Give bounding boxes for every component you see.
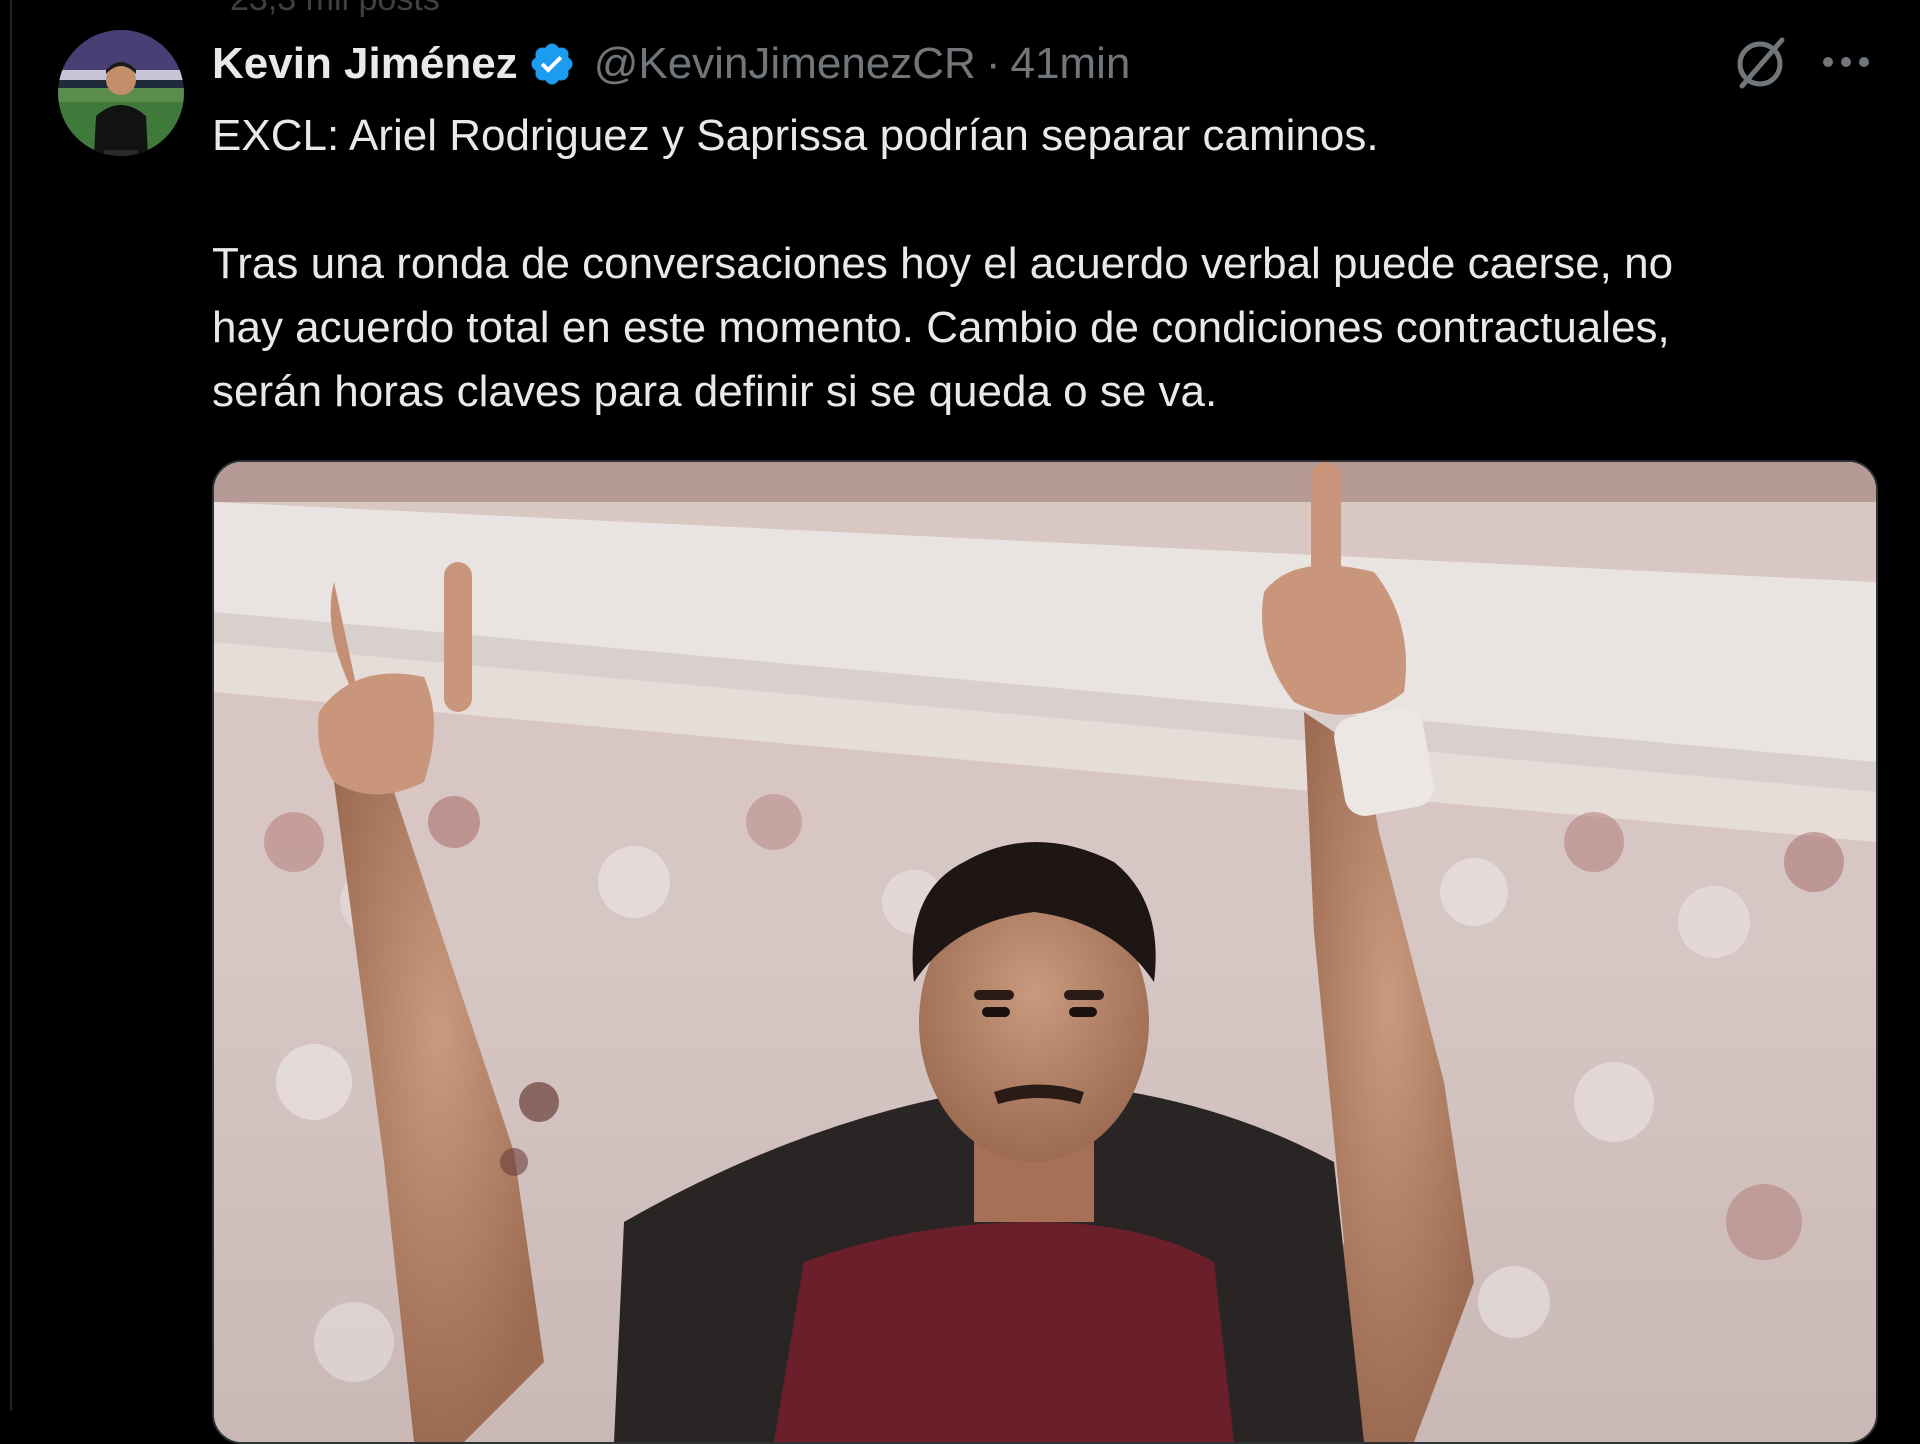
tweet-text-line: Tras una ronda de conversaciones hoy el … [212,239,1674,288]
tweet-text-line: EXCL: Ariel Rodriguez y Saprissa podrían… [212,111,1379,160]
tweet-text: EXCL: Ariel Rodriguez y Saprissa podrían… [212,104,1892,424]
player-celebration-photo [214,462,1876,1442]
verified-badge-icon[interactable] [528,40,576,88]
grok-icon[interactable] [1728,30,1792,94]
tweet-text-line: hay acuerdo total en este momento. Cambi… [212,303,1670,352]
tweet-text-line: serán horas claves para definir si se qu… [212,367,1218,416]
tweet-media-photo[interactable] [212,460,1878,1444]
tweet-card[interactable]: Kevin Jiménez @KevinJimenezCR · 41min EX… [0,0,1920,1444]
tweet-timestamp[interactable]: 41min [1010,39,1130,89]
avatar-photo [58,30,184,156]
author-name[interactable]: Kevin Jiménez [212,39,518,89]
tweet-header: Kevin Jiménez @KevinJimenezCR · 41min [212,34,1130,94]
more-options-icon[interactable] [1818,40,1874,84]
author-avatar[interactable] [58,30,184,156]
meta-separator: · [985,39,1001,88]
author-handle[interactable]: @KevinJimenezCR [594,39,976,89]
